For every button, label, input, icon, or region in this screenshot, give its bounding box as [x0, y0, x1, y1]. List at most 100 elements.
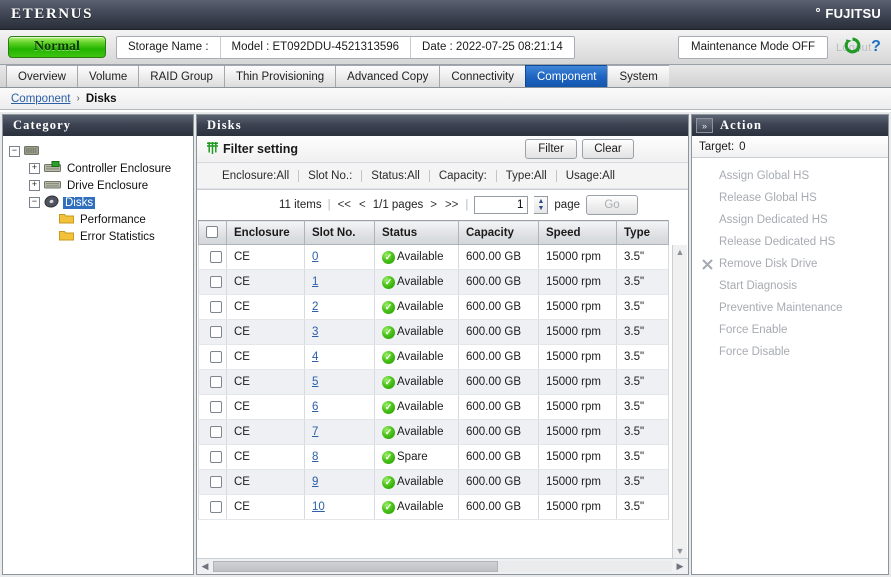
tab-raid-group[interactable]: RAID Group	[138, 65, 224, 87]
row-checkbox[interactable]	[210, 325, 222, 338]
slot-link[interactable]: 9	[312, 476, 318, 488]
table-row[interactable]: CE 4 ✓ Available 600.00 GB 15000 rpm 3.5"	[198, 344, 669, 370]
action-item-remove-disk-drive[interactable]: Remove Disk Drive	[692, 253, 888, 275]
go-button[interactable]: Go	[586, 195, 638, 215]
table-row[interactable]: CE 5 ✓ Available 600.00 GB 15000 rpm 3.5"	[198, 369, 669, 395]
tree-node-root[interactable]: −	[9, 143, 193, 160]
action-item-force-enable[interactable]: Force Enable	[692, 319, 888, 341]
filter-criterion-enclosure[interactable]: Enclosure:All	[213, 170, 298, 182]
action-item-assign-dedicated-hs[interactable]: Assign Dedicated HS	[692, 209, 888, 231]
slot-link[interactable]: 4	[312, 351, 318, 363]
refresh-icon[interactable]	[844, 37, 861, 54]
page-number-stepper[interactable]: ▲ ▼	[534, 196, 549, 214]
slot-link[interactable]: 6	[312, 401, 318, 413]
row-checkbox[interactable]	[210, 275, 222, 288]
status-badge: ✓ Available	[382, 300, 458, 314]
select-all-checkbox[interactable]	[206, 226, 218, 239]
column-header-enclosure[interactable]: Enclosure	[226, 220, 305, 245]
row-checkbox[interactable]	[210, 500, 222, 513]
row-checkbox[interactable]	[210, 250, 222, 263]
column-header-capacity[interactable]: Capacity	[458, 220, 539, 245]
table-row[interactable]: CE 10 ✓ Available 600.00 GB 15000 rpm 3.5"	[198, 494, 669, 520]
breadcrumb-link-component[interactable]: Component	[11, 93, 70, 105]
table-horizontal-scrollbar[interactable]: ◀ ▶	[197, 558, 688, 574]
expander-expand-icon[interactable]: +	[29, 163, 40, 174]
row-checkbox[interactable]	[210, 425, 222, 438]
stepper-down-icon[interactable]: ▼	[537, 205, 544, 212]
tab-thin-provisioning[interactable]: Thin Provisioning	[223, 65, 336, 87]
slot-link[interactable]: 8	[312, 451, 318, 463]
pager-first-button[interactable]: <<	[337, 199, 352, 211]
status-ok-icon: ✓	[382, 425, 395, 439]
scroll-right-icon[interactable]: ▶	[674, 561, 686, 572]
tab-volume[interactable]: Volume	[76, 65, 139, 87]
tab-system[interactable]: System	[607, 65, 669, 87]
maintenance-mode-button[interactable]: Maintenance Mode OFF	[678, 35, 828, 59]
filter-button[interactable]: Filter	[525, 139, 577, 159]
tab-overview[interactable]: Overview	[6, 65, 77, 87]
pager-next-button[interactable]: >	[429, 199, 438, 211]
scroll-down-icon[interactable]: ▼	[676, 544, 685, 558]
row-checkbox[interactable]	[210, 475, 222, 488]
table-row[interactable]: CE 1 ✓ Available 600.00 GB 15000 rpm 3.5"	[198, 269, 669, 295]
action-item-force-disable[interactable]: Force Disable	[692, 341, 888, 363]
tree-node-controller-enclosure[interactable]: + Controller Enclosure	[9, 160, 193, 177]
column-header-slot-no[interactable]: Slot No.	[304, 220, 375, 245]
tab-advanced-copy[interactable]: Advanced Copy	[335, 65, 440, 87]
expander-expand-icon[interactable]: +	[29, 180, 40, 191]
row-checkbox[interactable]	[210, 450, 222, 463]
column-header-status[interactable]: Status	[374, 220, 459, 245]
hscroll-track[interactable]	[213, 561, 672, 572]
hscroll-thumb[interactable]	[213, 561, 498, 572]
table-row[interactable]: CE 6 ✓ Available 600.00 GB 15000 rpm 3.5"	[198, 394, 669, 420]
table-row[interactable]: CE 7 ✓ Available 600.00 GB 15000 rpm 3.5"	[198, 419, 669, 445]
action-item-start-diagnosis[interactable]: Start Diagnosis	[692, 275, 888, 297]
tree-node-disks[interactable]: − Disks	[9, 194, 193, 211]
filter-criterion-capacity[interactable]: Capacity:	[428, 169, 496, 182]
expander-collapse-icon[interactable]: −	[29, 197, 40, 208]
table-row[interactable]: CE 8 ✓ Spare 600.00 GB 15000 rpm 3.5"	[198, 444, 669, 470]
page-number-input[interactable]	[474, 196, 529, 214]
pager-prev-button[interactable]: <	[358, 199, 367, 211]
slot-link[interactable]: 2	[312, 301, 318, 313]
column-header-type[interactable]: Type	[616, 220, 669, 245]
tree-node-error-statistics[interactable]: Error Statistics	[9, 228, 193, 245]
table-row[interactable]: CE 2 ✓ Available 600.00 GB 15000 rpm 3.5"	[198, 294, 669, 320]
slot-link[interactable]: 10	[312, 501, 325, 513]
row-checkbox[interactable]	[210, 350, 222, 363]
action-item-preventive-maintenance[interactable]: Preventive Maintenance	[692, 297, 888, 319]
tab-component[interactable]: Component	[525, 65, 608, 87]
filter-criterion-type[interactable]: Type:All	[495, 169, 556, 182]
pager-last-button[interactable]: >>	[444, 199, 459, 211]
slot-link[interactable]: 5	[312, 376, 318, 388]
tree-node-drive-enclosure[interactable]: + Drive Enclosure	[9, 177, 193, 194]
collapse-panel-icon[interactable]: »	[696, 118, 713, 133]
row-checkbox[interactable]	[210, 300, 222, 313]
table-row[interactable]: CE 3 ✓ Available 600.00 GB 15000 rpm 3.5"	[198, 319, 669, 345]
action-item-assign-global-hs[interactable]: Assign Global HS	[692, 165, 888, 187]
action-item-release-global-hs[interactable]: Release Global HS	[692, 187, 888, 209]
cell-slot-no: 2	[304, 294, 375, 320]
help-icon[interactable]: ?	[869, 37, 883, 55]
slot-link[interactable]: 3	[312, 326, 318, 338]
tab-connectivity[interactable]: Connectivity	[439, 65, 525, 87]
tree-node-performance[interactable]: Performance	[9, 211, 193, 228]
column-header-speed[interactable]: Speed	[538, 220, 617, 245]
action-item-release-dedicated-hs[interactable]: Release Dedicated HS	[692, 231, 888, 253]
scroll-up-icon[interactable]: ▲	[676, 245, 685, 259]
expander-collapse-icon[interactable]: −	[9, 146, 20, 157]
slot-link[interactable]: 0	[312, 251, 318, 263]
slot-link[interactable]: 7	[312, 426, 318, 438]
row-checkbox[interactable]	[210, 375, 222, 388]
stepper-up-icon[interactable]: ▲	[537, 198, 544, 205]
table-vertical-scrollbar[interactable]: ▲ ▼	[672, 245, 687, 558]
filter-criterion-usage[interactable]: Usage:All	[555, 169, 624, 182]
table-row[interactable]: CE 0 ✓ Available 600.00 GB 15000 rpm 3.5"	[198, 244, 669, 270]
row-checkbox[interactable]	[210, 400, 222, 413]
scroll-left-icon[interactable]: ◀	[199, 561, 211, 572]
filter-criterion-slot-no[interactable]: Slot No.:	[298, 169, 361, 182]
table-row[interactable]: CE 9 ✓ Available 600.00 GB 15000 rpm 3.5"	[198, 469, 669, 495]
clear-button[interactable]: Clear	[582, 139, 634, 159]
slot-link[interactable]: 1	[312, 276, 318, 288]
filter-criterion-status[interactable]: Status:All	[361, 169, 429, 182]
